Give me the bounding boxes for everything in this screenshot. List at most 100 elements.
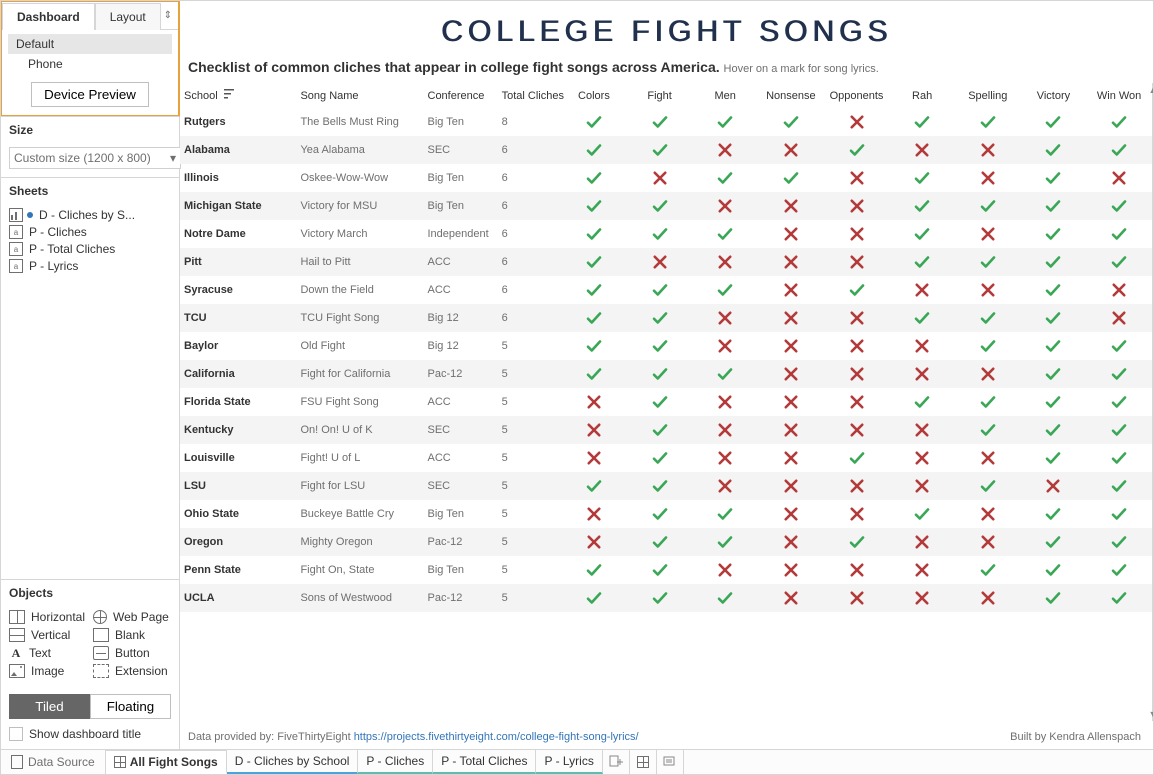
cell-mark[interactable] <box>692 500 758 528</box>
cell-mark[interactable] <box>561 276 627 304</box>
cell-mark[interactable] <box>955 388 1021 416</box>
column-header[interactable]: Spelling <box>955 83 1021 108</box>
cell-mark[interactable] <box>889 556 955 584</box>
cell-mark[interactable] <box>627 388 693 416</box>
table-row[interactable]: CaliforniaFight for CaliforniaPac-125 <box>180 360 1152 388</box>
sheet-item[interactable]: aP - Lyrics <box>9 259 171 273</box>
cell-mark[interactable] <box>824 472 890 500</box>
cell-mark[interactable] <box>889 388 955 416</box>
cell-mark[interactable] <box>561 304 627 332</box>
cell-mark[interactable] <box>627 164 693 192</box>
sheet-item[interactable]: D - Cliches by S... <box>9 208 171 222</box>
column-header[interactable]: Total Cliches <box>498 83 562 108</box>
object-image[interactable]: Image <box>9 664 87 678</box>
cell-mark[interactable] <box>1086 416 1152 444</box>
cell-mark[interactable] <box>758 360 824 388</box>
cell-mark[interactable] <box>889 584 955 612</box>
cell-mark[interactable] <box>955 164 1021 192</box>
cell-mark[interactable] <box>889 220 955 248</box>
cell-mark[interactable] <box>889 472 955 500</box>
table-row[interactable]: LSUFight for LSUSEC5 <box>180 472 1152 500</box>
cell-mark[interactable] <box>1021 192 1087 220</box>
table-row[interactable]: UCLASons of WestwoodPac-125 <box>180 584 1152 612</box>
column-header[interactable]: Opponents <box>824 83 890 108</box>
cell-mark[interactable] <box>889 108 955 136</box>
cell-mark[interactable] <box>1086 108 1152 136</box>
cell-mark[interactable] <box>692 416 758 444</box>
cell-mark[interactable] <box>627 248 693 276</box>
cell-mark[interactable] <box>955 220 1021 248</box>
table-row[interactable]: BaylorOld FightBig 125 <box>180 332 1152 360</box>
sheet-item[interactable]: aP - Total Cliches <box>9 242 171 256</box>
table-row[interactable]: Penn StateFight On, StateBig Ten5 <box>180 556 1152 584</box>
cell-mark[interactable] <box>692 192 758 220</box>
device-default[interactable]: Default <box>8 34 172 54</box>
cell-mark[interactable] <box>824 136 890 164</box>
show-title-checkbox[interactable] <box>9 727 23 741</box>
cell-mark[interactable] <box>1021 276 1087 304</box>
cell-mark[interactable] <box>1086 248 1152 276</box>
cell-mark[interactable] <box>1021 416 1087 444</box>
cell-mark[interactable] <box>758 220 824 248</box>
cell-mark[interactable] <box>1086 388 1152 416</box>
cell-mark[interactable] <box>758 528 824 556</box>
column-header[interactable]: Song Name <box>296 83 423 108</box>
cell-mark[interactable] <box>955 192 1021 220</box>
object-vertical[interactable]: Vertical <box>9 628 87 642</box>
cell-mark[interactable] <box>692 360 758 388</box>
cell-mark[interactable] <box>1021 332 1087 360</box>
pin-icon[interactable]: ⇕ <box>164 10 172 21</box>
cell-mark[interactable] <box>889 500 955 528</box>
cell-mark[interactable] <box>627 136 693 164</box>
sheet-item[interactable]: aP - Cliches <box>9 225 171 239</box>
cell-mark[interactable] <box>627 444 693 472</box>
cell-mark[interactable] <box>692 164 758 192</box>
cell-mark[interactable] <box>1086 584 1152 612</box>
cell-mark[interactable] <box>955 556 1021 584</box>
cell-mark[interactable] <box>692 584 758 612</box>
table-row[interactable]: RutgersThe Bells Must RingBig Ten8 <box>180 108 1152 136</box>
column-header[interactable]: Colors <box>561 83 627 108</box>
table-row[interactable]: LouisvilleFight! U of LACC5 <box>180 444 1152 472</box>
cell-mark[interactable] <box>758 556 824 584</box>
column-header[interactable]: Men <box>692 83 758 108</box>
cell-mark[interactable] <box>561 472 627 500</box>
cell-mark[interactable] <box>1086 500 1152 528</box>
cell-mark[interactable] <box>824 584 890 612</box>
cell-mark[interactable] <box>1086 164 1152 192</box>
table-row[interactable]: Michigan StateVictory for MSUBig Ten6 <box>180 192 1152 220</box>
cell-mark[interactable] <box>824 388 890 416</box>
cell-mark[interactable] <box>561 528 627 556</box>
cell-mark[interactable] <box>692 472 758 500</box>
cell-mark[interactable] <box>627 584 693 612</box>
cell-mark[interactable] <box>1086 136 1152 164</box>
cell-mark[interactable] <box>561 220 627 248</box>
cell-mark[interactable] <box>1086 528 1152 556</box>
credits-link[interactable]: https://projects.fivethirtyeight.com/col… <box>354 731 639 743</box>
cell-mark[interactable] <box>692 556 758 584</box>
new-worksheet-button[interactable] <box>603 750 630 774</box>
column-header[interactable]: Fight <box>627 83 693 108</box>
cell-mark[interactable] <box>692 304 758 332</box>
cell-mark[interactable] <box>758 332 824 360</box>
cell-mark[interactable] <box>561 108 627 136</box>
cell-mark[interactable] <box>889 136 955 164</box>
cell-mark[interactable] <box>627 276 693 304</box>
cell-mark[interactable] <box>824 276 890 304</box>
tab-dashboard[interactable]: Dashboard <box>2 3 95 30</box>
cell-mark[interactable] <box>1021 556 1087 584</box>
cell-mark[interactable] <box>1021 388 1087 416</box>
cell-mark[interactable] <box>889 276 955 304</box>
cell-mark[interactable] <box>627 192 693 220</box>
object-web[interactable]: Web Page <box>93 610 171 624</box>
sheet-tab[interactable]: P - Cliches <box>358 750 433 774</box>
cell-mark[interactable] <box>824 248 890 276</box>
cell-mark[interactable] <box>561 164 627 192</box>
cell-mark[interactable] <box>561 192 627 220</box>
column-header[interactable]: Nonsense <box>758 83 824 108</box>
cell-mark[interactable] <box>692 248 758 276</box>
cell-mark[interactable] <box>1021 500 1087 528</box>
cell-mark[interactable] <box>824 444 890 472</box>
column-header[interactable]: Rah <box>889 83 955 108</box>
cell-mark[interactable] <box>824 528 890 556</box>
